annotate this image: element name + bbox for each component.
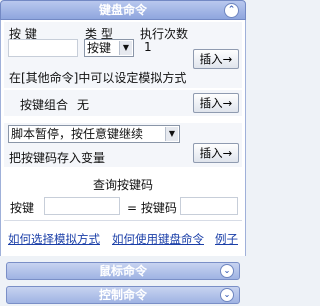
insert-key-button[interactable]: 插入→: [193, 49, 239, 69]
pause-section: 脚本暂停，按任意键继续 ▼ 把按键码存入变量 插入→: [4, 123, 242, 167]
pause-select[interactable]: 脚本暂停，按任意键继续 ▼: [8, 125, 180, 143]
panel-title: 键盘命令: [98, 3, 147, 17]
how-choose-simulation-link[interactable]: 如何选择模拟方式: [8, 231, 100, 247]
query-code-output: [180, 197, 238, 215]
store-keycode-label: 把按键码存入变量: [9, 151, 106, 165]
example-link[interactable]: 例子: [215, 231, 238, 247]
collapse-icon[interactable]: ⌃: [224, 3, 239, 18]
key-combo-section: 按键组合 无 插入→: [4, 90, 242, 116]
key-input[interactable]: [8, 39, 78, 57]
expand-icon[interactable]: ⌄: [220, 264, 234, 278]
control-commands-header[interactable]: 控制命令 ⌄: [6, 286, 240, 304]
type-select-value: 按键: [87, 41, 112, 55]
pause-select-value: 脚本暂停，按任意键继续: [11, 127, 144, 141]
query-title: 查询按键码: [93, 178, 154, 192]
divider: [4, 220, 242, 221]
query-code-label: = 按键码: [127, 201, 177, 215]
mouse-commands-header[interactable]: 鼠标命令 ⌄: [6, 262, 240, 280]
key-press-section: 按 键 类 型 执行次数 按键 ▼ 1 插入→ 在[其他命令]中可以设定模拟方式: [4, 22, 242, 88]
query-key-input[interactable]: [44, 197, 120, 215]
control-commands-title: 控制命令: [98, 288, 147, 302]
expand-icon[interactable]: ⌄: [220, 288, 234, 302]
simulation-hint: 在[其他命令]中可以设定模拟方式: [9, 71, 187, 85]
how-use-keyboard-link[interactable]: 如何使用键盘命令: [112, 231, 204, 247]
count-value[interactable]: 1: [144, 40, 152, 54]
keyboard-panel-header[interactable]: 键盘命令 ⌃: [0, 0, 246, 20]
type-select[interactable]: 按键 ▼: [84, 39, 134, 57]
combo-value[interactable]: 无: [77, 96, 89, 113]
dropdown-arrow-icon: ▼: [165, 127, 178, 141]
keyboard-panel-body: 按 键 类 型 执行次数 按键 ▼ 1 插入→ 在[其他命令]中可以设定模拟方式…: [0, 20, 246, 256]
insert-combo-button[interactable]: 插入→: [193, 93, 239, 113]
mouse-commands-title: 鼠标命令: [98, 264, 147, 278]
insert-pause-button[interactable]: 插入→: [193, 143, 239, 163]
dropdown-arrow-icon: ▼: [119, 41, 132, 55]
query-key-label: 按键: [10, 201, 35, 215]
combo-label: 按键组合: [20, 98, 69, 112]
